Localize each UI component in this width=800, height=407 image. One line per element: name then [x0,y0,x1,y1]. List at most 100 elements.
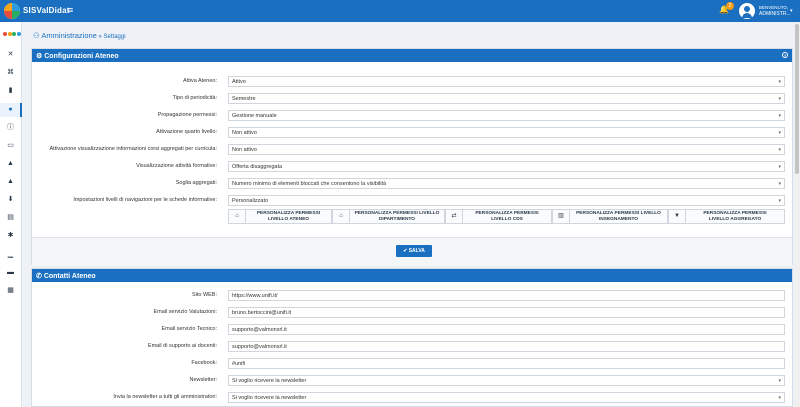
app-logo[interactable] [4,3,20,19]
select-quarto-livello[interactable]: Non attivo ▾ [228,127,785,138]
contacts-panel-header: ✆ Contatti Ateneo [32,269,792,282]
select-corsi-aggregati[interactable]: Non attivo ▾ [228,144,785,155]
field-label: Attivazione quarto livello: [156,129,217,135]
breadcrumb: ⚇ Amministrazione » Settaggi [33,31,126,40]
tools-icon[interactable]: ✕ [5,49,16,60]
chart-icon[interactable]: ▁ [5,249,16,260]
select-newsletter[interactable]: Si voglio ricevere la newsletter ▾ [228,375,785,386]
contact-row: Newsletter: Si voglio ricevere la newsle… [32,375,792,387]
config-panel: ⚙ Configurazioni Ateneo ? Attiva Ateneo:… [31,48,793,266]
select-livelli-navigazione[interactable]: Personalizzato ▾ [228,195,785,206]
contact-row: Email servizio Valutazioni: bruno.bertoc… [32,307,792,319]
clipboard-icon[interactable]: ▤ [5,212,16,223]
chevron-down-icon: ▾ [778,96,781,102]
info-icon[interactable]: ⓘ [5,122,16,133]
config-row: Attivazione quarto livello: Non attivo ▾ [32,127,792,139]
top-bar: SISValDidat ≡ 🔔 2 BENVENUTO, ADMINISTR..… [0,0,800,22]
chevron-down-icon: ▾ [778,395,781,401]
field-label: Impostazioni livelli di navigazioni per … [73,197,217,203]
chevron-down-icon: ▾ [778,79,781,85]
select-attiva-ateneo[interactable]: Attivo ▾ [228,76,785,87]
help-icon[interactable]: ? [782,52,788,58]
truck-icon[interactable]: ▬ [5,267,16,278]
field-label: Email servizio Tecnico: [161,326,217,332]
institution-icon: ⌂ [333,210,350,223]
cogs-icon: ⚙ [36,53,45,60]
config-panel-header: ⚙ Configurazioni Ateneo ? [32,49,792,62]
page-scrollbar[interactable] [794,22,800,407]
chevron-down-icon: ▾ [778,181,781,187]
home-icon: ⌂ [229,210,246,223]
filter-icon: ▼ [669,210,686,223]
user-upload-icon[interactable]: ▲ [5,176,16,187]
field-label: Newsletter: [189,377,217,383]
chevron-down-icon: ▾ [778,147,781,153]
select-periodicita[interactable]: Semestre ▾ [228,93,785,104]
contacts-panel: ✆ Contatti Ateneo Sito WEB: https://www.… [31,268,793,407]
field-label: Invia la newsletter a tutti gli amminist… [113,394,217,400]
select-propagazione[interactable]: Gestione manuale ▾ [228,110,785,121]
config-panel-footer: ✔ SALVA [32,237,792,266]
customize-insegnamento-button[interactable]: ▥ PERSONALIZZA PERMESSI LIVELLO INSEGNAME… [552,209,668,224]
welcome-text: BENVENUTO, [759,5,789,10]
config-row: Impostazioni livelli di navigazioni per … [32,195,792,207]
user-name[interactable]: ADMINISTR... [759,11,791,17]
phone-icon: ✆ [36,273,44,280]
chevron-down-icon: ▾ [778,130,781,136]
website-field[interactable]: https://www.unifi.it/ [228,290,785,301]
field-label: Email servizio Valutazioni: [153,309,217,315]
field-label: Attiva Ateneo: [183,78,217,84]
email-tecnico-field[interactable]: supporto@valmonsrl.it [228,324,785,335]
contact-row: Email di supporto ai docenti: supporto@v… [32,341,792,353]
email-docenti-field[interactable]: supporto@valmonsrl.it [228,341,785,352]
breadcrumb-current: Settaggi [103,34,126,40]
config-row: Visualizzazione attività formative: Offe… [32,161,792,173]
field-label: Propagazione permessi: [157,112,217,118]
contact-row: Invia la newsletter a tutti gli amminist… [32,392,792,404]
app-title[interactable]: SISValDidat [23,6,70,15]
chevron-down-icon: ▾ [778,113,781,119]
chevron-down-icon: ▾ [778,198,781,204]
chevron-down-icon: ▾ [778,164,781,170]
swap-icon: ⇄ [446,210,463,223]
chevron-down-icon[interactable]: ▾ [790,8,793,14]
field-label: Sito WEB: [191,292,217,298]
field-label: Attivazione visualizzazione informazioni… [49,146,217,152]
select-attivita-formative[interactable]: Offerta disaggregata ▾ [228,161,785,172]
document-icon[interactable]: ▮ [5,85,16,96]
apps-dots-icon[interactable] [3,32,21,37]
field-label: Facebook: [191,360,217,366]
user-avatar[interactable] [739,3,755,19]
config-row: Soglia aggregati: Numero minimo di eleme… [32,178,792,190]
book-icon: ▥ [553,210,570,223]
download-icon[interactable]: ⬇ [5,194,16,205]
menu-toggle-icon[interactable]: ≡ [68,5,73,15]
chevron-down-icon: ▾ [778,378,781,384]
field-label: Tipo di periodicità: [172,95,217,101]
settings-icon[interactable]: ✱ [5,230,16,241]
customize-cds-button[interactable]: ⇄ PERSONALIZZA PERMESSI LIVELLO CDS [445,209,552,224]
scrollbar-thumb[interactable] [795,24,799,174]
select-soglia-aggregati[interactable]: Numero minimo di elementi bloccati che c… [228,178,785,189]
email-valutazioni-field[interactable]: bruno.bertoccini@unifi.it [228,307,785,318]
field-label: Soglia aggregati: [175,180,217,186]
sitemap-icon[interactable]: ⌘ [5,67,16,78]
customize-dipartimento-button[interactable]: ⌂ PERSONALIZZA PERMESSI LIVELLO DIPARTIME… [332,209,445,224]
breadcrumb-section[interactable]: Amministrazione [41,31,96,40]
facebook-field[interactable]: #unifi [228,358,785,369]
field-label: Visualizzazione attività formative: [136,163,217,169]
contact-row: Email servizio Tecnico: supporto@valmons… [32,324,792,336]
users-icon[interactable]: ● [5,104,16,115]
customize-aggregato-button[interactable]: ▼ PERSONALIZZA PERMESSI LIVELLO AGGREGATO [668,209,785,224]
sidebar: ✕ ⌘ ▮ ● ⓘ ▭ ▲ ▲ ⬇ ▤ ✱ ▁ ▬ ▦ [0,22,22,407]
config-row: Tipo di periodicità: Semestre ▾ [32,93,792,105]
select-newsletter-admins[interactable]: Si voglio ricevere la newsletter ▾ [228,392,785,403]
contact-row: Sito WEB: https://www.unifi.it/ [32,290,792,302]
save-button[interactable]: ✔ SALVA [396,245,432,257]
config-row: Attivazione visualizzazione informazioni… [32,144,792,156]
config-panel-title: Configurazioni Ateneo [44,53,119,60]
user-icon[interactable]: ▲ [5,158,16,169]
customize-ateneo-button[interactable]: ⌂ PERSONALIZZA PERMESSI LIVELLO ATENEO [228,209,332,224]
database-icon[interactable]: ▦ [5,285,16,296]
keyboard-icon[interactable]: ▭ [5,140,16,151]
